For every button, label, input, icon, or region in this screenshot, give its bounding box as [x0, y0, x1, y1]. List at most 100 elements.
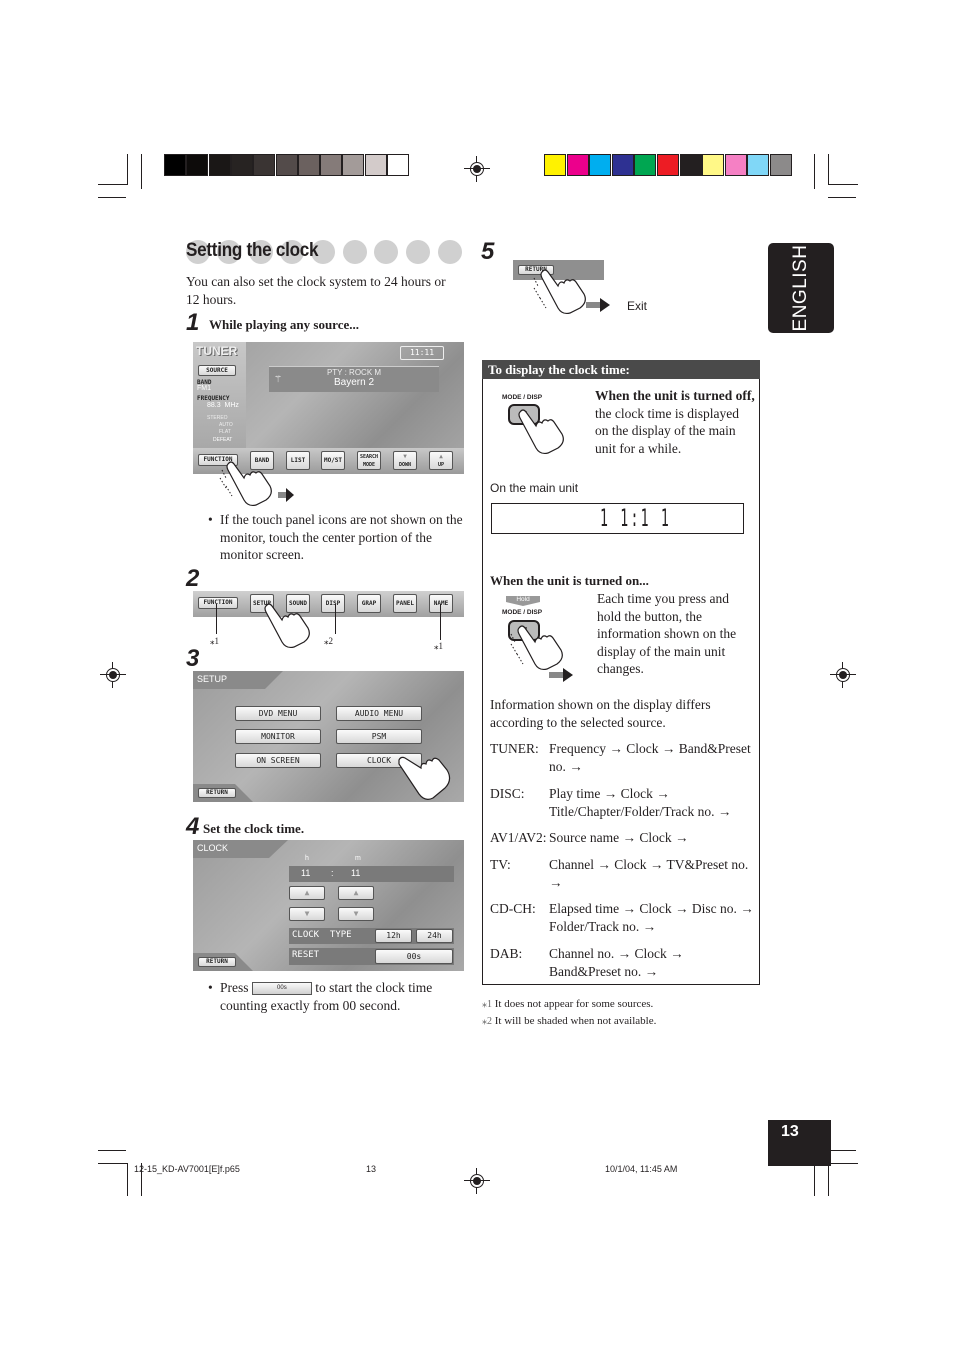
- source-sequence: Frequency → Clock → Band&Preset no. →: [549, 741, 751, 774]
- footnote-2: ⁎2 It will be shaded when not available.: [482, 1015, 656, 1027]
- main-unit-lcd: 1 1:1 1: [491, 503, 744, 534]
- indicator-flat: FLAT: [219, 429, 231, 435]
- minute-value: 11: [351, 868, 361, 878]
- source-label: DISC:: [490, 786, 525, 801]
- unit-on-heading: When the unit is turned on...: [490, 573, 649, 588]
- exit-label: Exit: [627, 299, 648, 313]
- callout-mark-function: ⁎1: [210, 636, 219, 646]
- pointing-hand-icon: [219, 461, 294, 507]
- source-sequence: Play time → Clock → Title/Chapter/Folder…: [549, 786, 732, 819]
- step-2-number: 2: [186, 565, 200, 592]
- bullet: •: [208, 512, 213, 527]
- psm-button[interactable]: PSM: [336, 729, 422, 744]
- down-button[interactable]: ▼ DOWN: [393, 451, 417, 470]
- minute-down-button[interactable]: ▼: [338, 907, 374, 921]
- gray-swatch: [342, 154, 365, 176]
- info-box-header-text: To display the clock time:: [488, 362, 630, 377]
- source-label: CD-CH:: [490, 901, 536, 916]
- callout-mark-name: ⁎1: [434, 641, 443, 651]
- cmyk-swatch: [724, 154, 747, 176]
- step-1-text: While playing any source...: [209, 317, 360, 332]
- down-label: DOWN: [398, 461, 412, 468]
- registration-mark-bottom: [464, 1168, 490, 1194]
- cmyk-swatch: [589, 154, 612, 176]
- minute-up-button[interactable]: ▲: [338, 886, 374, 900]
- on-main-unit-label: On the main unit: [490, 481, 579, 495]
- cmyk-swatch: [544, 154, 566, 176]
- callout-line-3: [440, 604, 441, 640]
- callout-mark-disp: ⁎2: [324, 636, 333, 646]
- gray-swatch: [320, 154, 343, 176]
- step-4-note: • Press 00s to start the clock time coun…: [208, 979, 463, 1014]
- hour-down-button[interactable]: ▼: [289, 907, 325, 921]
- gray-swatch: [230, 154, 253, 176]
- time-display: 11 : 11: [289, 866, 454, 882]
- name-button[interactable]: NAME: [429, 594, 453, 613]
- language-tab-label: ENGLISH: [790, 244, 811, 332]
- hour-value: 11: [301, 868, 311, 878]
- monitor-button[interactable]: MONITOR: [235, 729, 321, 744]
- page-number-tab: 13: [768, 1120, 831, 1166]
- setup-return-button[interactable]: RETURN: [198, 788, 236, 798]
- step-1-note-text: If the touch panel icons are not shown o…: [220, 512, 463, 562]
- mono-stereo-button[interactable]: MO/ST: [321, 451, 345, 470]
- pointing-hand-icon: [264, 603, 310, 649]
- indicator-defeat: DEFEAT: [213, 437, 233, 443]
- cmyk-swatch: [747, 154, 770, 176]
- mode-disp-label-2: MODE / DISP: [502, 609, 543, 616]
- source-sequence: Channel → Clock → TV&Preset no. →: [549, 857, 749, 890]
- on-screen-button[interactable]: ON SCREEN: [235, 753, 321, 768]
- grap-button[interactable]: GRAP: [357, 594, 381, 613]
- band-value: FM1: [197, 385, 211, 392]
- source-sequence: Channel no. → Clock → Band&Preset no. →: [549, 946, 684, 979]
- up-arrow-icon: ▲: [353, 888, 359, 897]
- gray-swatch: [253, 154, 276, 176]
- up-label: UP: [437, 461, 445, 468]
- audio-menu-button[interactable]: AUDIO MENU: [336, 706, 422, 721]
- station-name: Bayern 2: [333, 377, 375, 388]
- clock-type-12h-button[interactable]: 12h: [375, 929, 412, 943]
- info-box-header: To display the clock time:: [482, 360, 760, 379]
- gray-swatch: [387, 154, 409, 176]
- disp-button[interactable]: DISP: [321, 594, 345, 613]
- dvd-menu-button[interactable]: DVD MENU: [235, 706, 321, 721]
- clock-screen: CLOCK h m 11 : 11 ▲ ▲ ▼ ▼ CLOCK TYPE 12h…: [193, 840, 464, 971]
- cmyk-swatch: [770, 154, 792, 176]
- reset-label: RESET: [292, 950, 320, 960]
- cmyk-swatch: [679, 154, 702, 176]
- pointing-hand-icon: [518, 409, 564, 455]
- bullet: •: [208, 980, 213, 995]
- panel-button[interactable]: PANEL: [393, 594, 417, 613]
- source-label: DAB:: [490, 946, 523, 961]
- footnote-mark: ⁎2: [482, 1016, 492, 1027]
- cmyk-swatch: [634, 154, 657, 176]
- function-bar-screen: FUNCTION SETUP SOUND DISP GRAP PANEL NAM…: [193, 591, 464, 617]
- step-4-note-pre: Press: [220, 980, 249, 995]
- clock-title: CLOCK: [197, 843, 229, 853]
- step-4-text: Set the clock time.: [203, 821, 305, 836]
- section-intro: You can also set the clock system to 24 …: [186, 274, 446, 307]
- step-3-number: 3: [186, 645, 200, 672]
- rds-info-panel: ⚚ PTY : ROCK M Bayern 2: [269, 366, 439, 392]
- unit-off-heading: When the unit is turned off,: [595, 388, 755, 403]
- reset-seconds-button[interactable]: 00s: [375, 949, 453, 964]
- info-differs-text: Information shown on the display differs…: [490, 697, 711, 730]
- cmyk-swatch: [657, 154, 679, 176]
- clock-return-button[interactable]: RETURN: [198, 957, 236, 967]
- search-mode-button[interactable]: SEARCH MODE: [357, 451, 381, 470]
- clock-type-label: CLOCK TYPE: [292, 930, 352, 940]
- clock-type-24h-button[interactable]: 24h: [416, 929, 453, 943]
- function-bar-function-button[interactable]: FUNCTION: [198, 597, 238, 609]
- hour-up-button[interactable]: ▲: [289, 886, 325, 900]
- page-number: 13: [781, 1123, 799, 1140]
- gray-swatch: [364, 154, 387, 176]
- frequency-value: 88.3 MHz: [207, 402, 239, 409]
- time-separator: :: [331, 868, 334, 878]
- frequency-label: FREQUENCY: [197, 395, 230, 402]
- source-button[interactable]: SOURCE: [198, 365, 236, 376]
- footnote-1: ⁎1 It does not appear for some sources.: [482, 998, 653, 1010]
- up-button[interactable]: ▲ UP: [429, 451, 453, 470]
- up-arrow-icon: ▲: [304, 888, 310, 897]
- source-label: TUNER:: [490, 741, 539, 756]
- pointing-hand-icon: [533, 269, 610, 315]
